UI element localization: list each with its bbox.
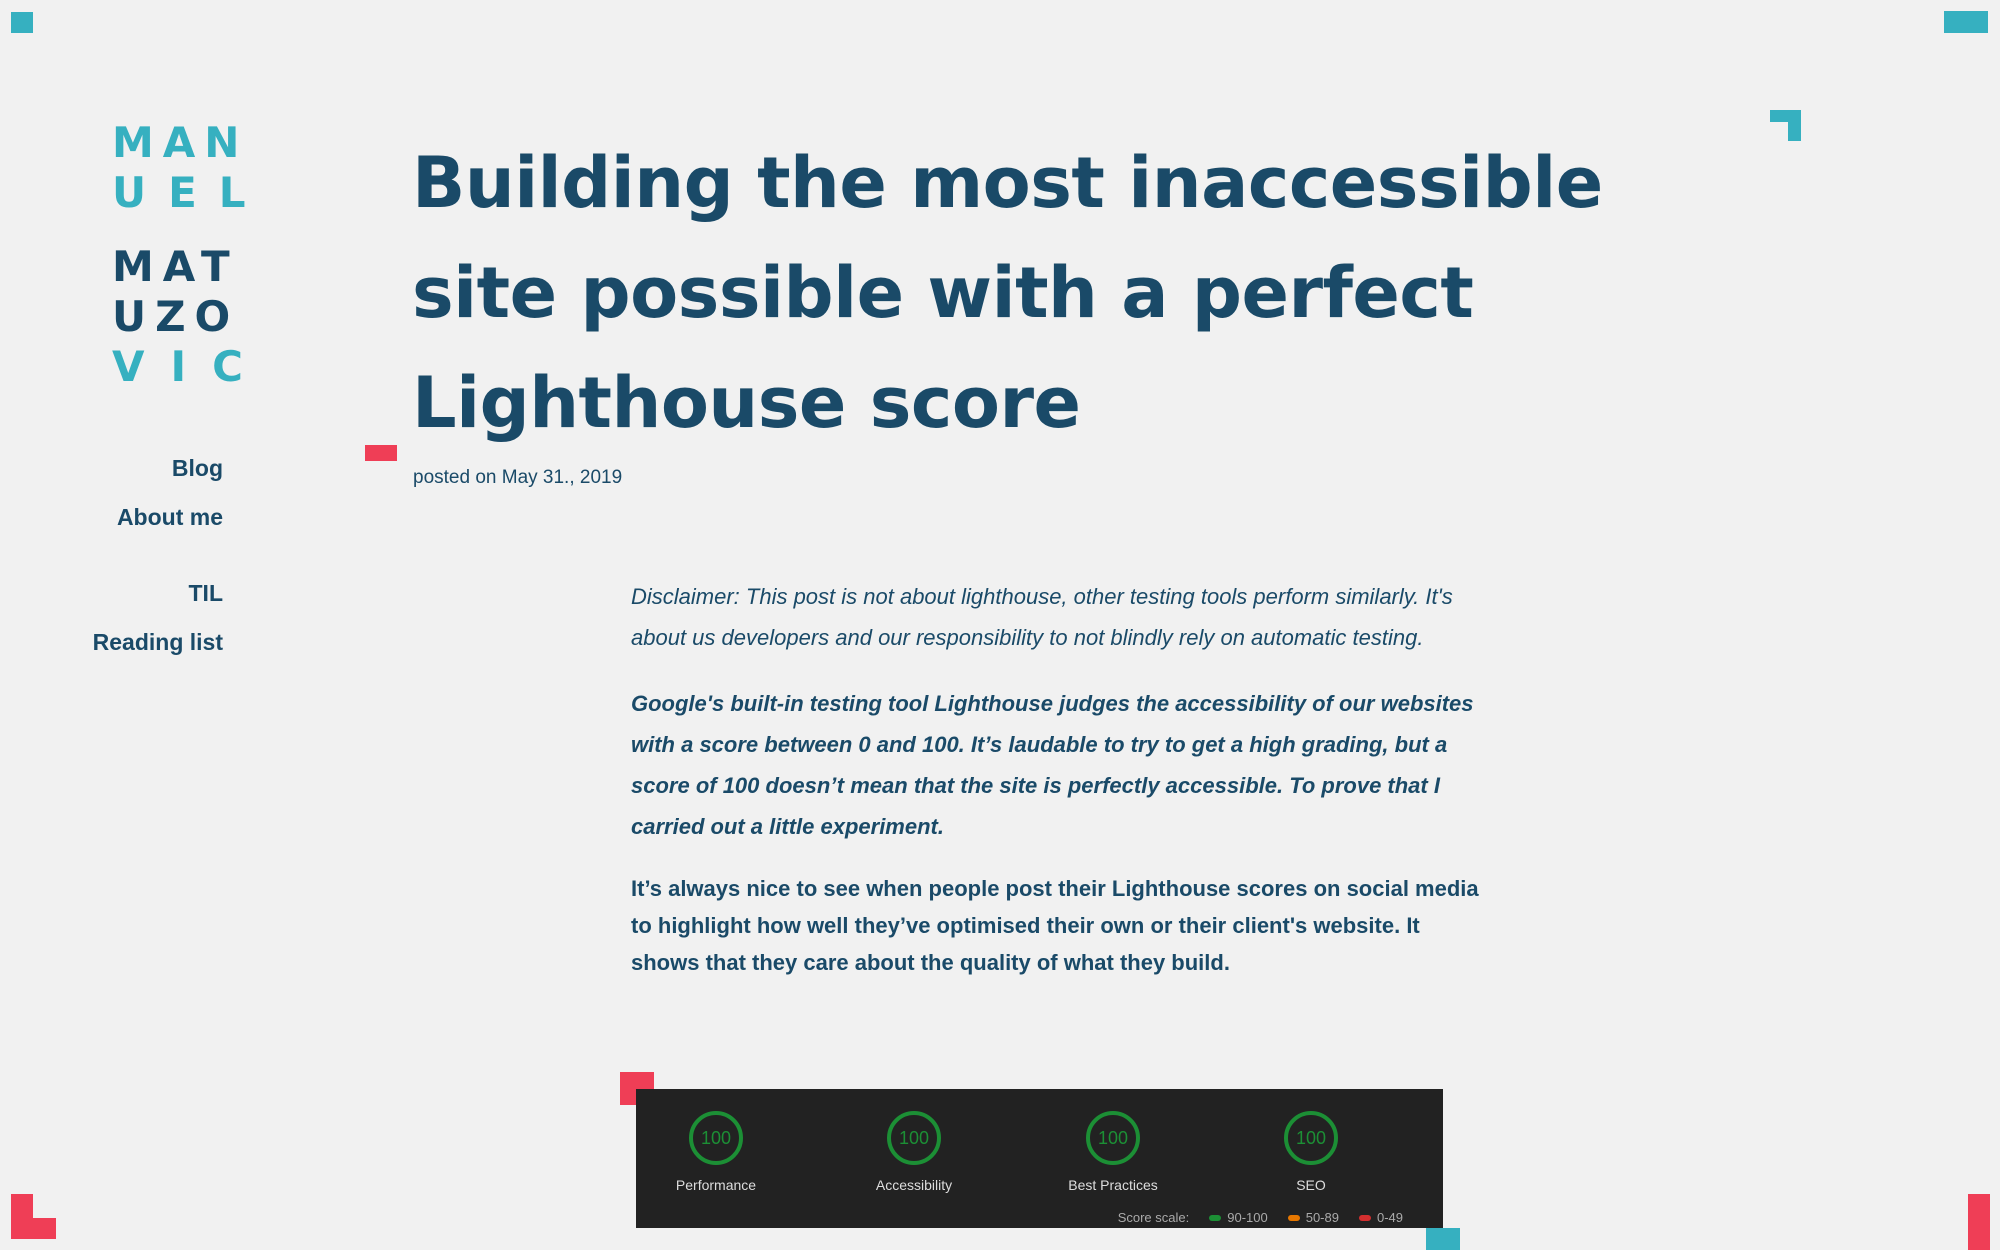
score-gauge-icon: 100 xyxy=(689,1111,743,1165)
nav-link-about[interactable]: About me xyxy=(93,493,223,542)
logo-line: UZO xyxy=(112,292,240,341)
scale-range: 0-49 xyxy=(1376,1210,1403,1225)
logo-line: MAT xyxy=(112,242,239,291)
scale-range: 90-100 xyxy=(1227,1210,1268,1225)
gauge-label: Accessibility xyxy=(875,1177,953,1193)
logo-line: VIC xyxy=(112,342,269,391)
scale-swatch-orange xyxy=(1287,1214,1300,1221)
site-logo[interactable]: MAN UEL MAT UZO VIC xyxy=(112,118,269,392)
score-scale-label: Score scale: xyxy=(1117,1210,1190,1225)
gauge-best-practices: 100 Best Practices xyxy=(1033,1111,1193,1193)
body-paragraph: It’s always nice to see when people post… xyxy=(631,876,1479,975)
scale-swatch-green xyxy=(1209,1214,1222,1221)
gauge-label: Performance xyxy=(675,1177,757,1193)
nav-link-blog[interactable]: Blog xyxy=(93,444,223,493)
gauge-label: Best Practices xyxy=(1068,1177,1158,1193)
logo-line: MAN xyxy=(112,118,249,167)
nav-link-til[interactable]: TIL xyxy=(93,569,224,618)
gauge-seo: 100 SEO xyxy=(1231,1111,1391,1193)
lighthouse-scores-image: 100 Performance 100 Accessibility 100 Be… xyxy=(636,1089,1443,1228)
image-decoration-teal xyxy=(1426,1228,1460,1250)
post-body: Disclaimer: This post is not about light… xyxy=(631,576,1491,981)
corner-decoration-teal-bracket xyxy=(1770,110,1801,141)
score-gauge-icon: 100 xyxy=(887,1111,941,1165)
scale-range: 50-89 xyxy=(1305,1210,1339,1225)
logo-line: UEL xyxy=(112,168,268,217)
post-date: posted on May 31., 2019 xyxy=(413,467,623,488)
corner-decoration-top-right xyxy=(1944,11,1988,33)
gauge-label: SEO xyxy=(1296,1177,1326,1193)
corner-decoration-bottom-left xyxy=(11,1194,56,1239)
lead-paragraph: Google's built-in testing tool Lighthous… xyxy=(631,691,1474,839)
score-gauge-icon: 100 xyxy=(1284,1111,1338,1165)
score-scale-legend: Score scale: 90-100 50-89 0-49 xyxy=(1118,1210,1403,1225)
post-title: Building the most inaccessible site poss… xyxy=(412,142,1603,444)
scale-swatch-red xyxy=(1358,1214,1371,1221)
corner-decoration-top-left xyxy=(11,12,33,33)
score-gauge-icon: 100 xyxy=(1086,1111,1140,1165)
gauge-accessibility: 100 Accessibility xyxy=(834,1111,994,1193)
title-decoration-bar xyxy=(365,445,397,461)
corner-decoration-bottom-right xyxy=(1968,1194,1990,1250)
main-nav: Blog About me TIL Reading list xyxy=(93,444,223,667)
nav-link-reading-list[interactable]: Reading list xyxy=(93,618,223,667)
gauge-performance: 100 Performance xyxy=(636,1111,796,1193)
disclaimer-paragraph: Disclaimer: This post is not about light… xyxy=(631,584,1453,650)
